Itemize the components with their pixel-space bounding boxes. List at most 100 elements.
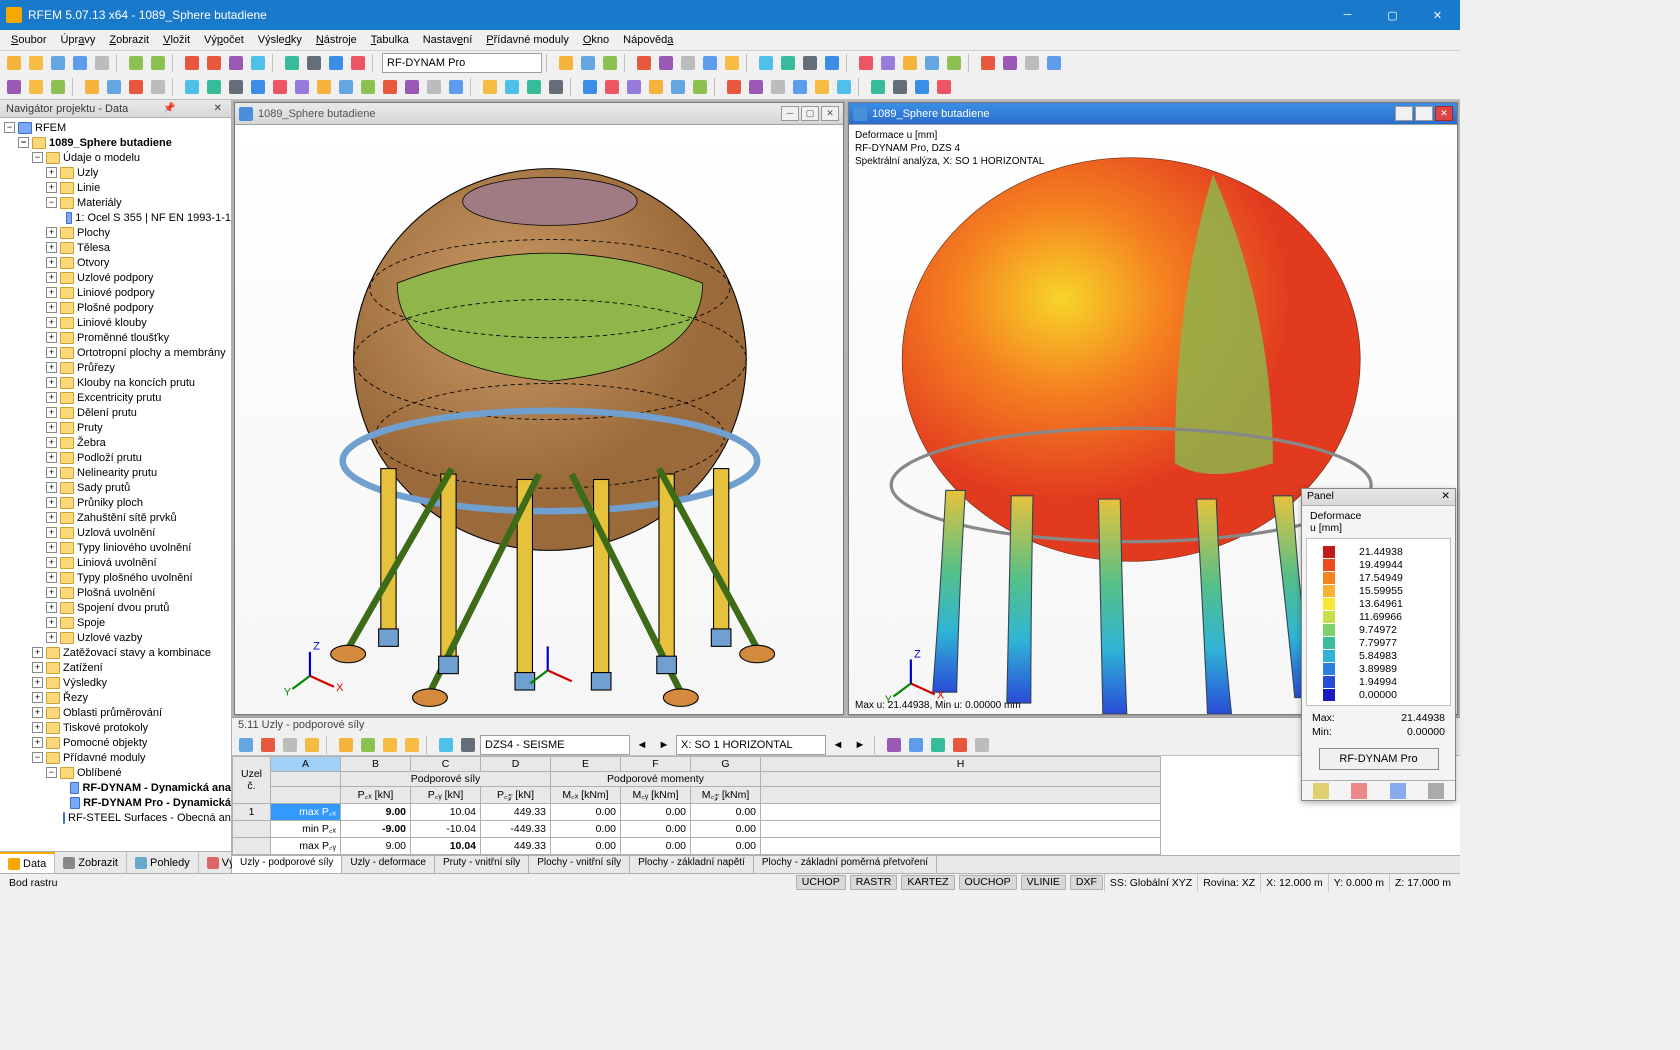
tree-node[interactable]: +Podloží prutu [0,450,231,465]
tb-w[interactable] [900,53,920,73]
tree-node[interactable]: +Plochy [0,225,231,240]
tb2-h[interactable] [182,77,202,97]
tb2-al[interactable] [890,77,910,97]
tb2-s[interactable] [424,77,444,97]
tb2-ac[interactable] [668,77,688,97]
tree-node[interactable]: +Uzlové podpory [0,270,231,285]
gt-a[interactable] [236,735,256,755]
tree-node[interactable]: +Uzlové vazby [0,630,231,645]
table-grid[interactable]: Uzel č.ABCDEFGHPodporové sílyPodporové m… [232,756,1460,855]
status-toggle-uchop[interactable]: UCHOP [796,875,846,890]
tree-node[interactable]: +Sady prutů [0,480,231,495]
maximize-button[interactable]: ▢ [1370,0,1415,30]
tb2-e[interactable] [104,77,124,97]
tb-m[interactable] [656,53,676,73]
tb-q[interactable] [756,53,776,73]
tb-aa[interactable] [1000,53,1020,73]
grid-tab[interactable]: Plochy - základní napětí [630,856,754,873]
gt-m[interactable] [950,735,970,755]
tree-node[interactable]: −Údaje o modelu [0,150,231,165]
tree-node[interactable]: 1: Ocel S 355 | NF EN 1993-1-1 [0,210,231,225]
tree-node[interactable]: RF-DYNAM Pro - Dynamická [0,795,231,810]
tree-node[interactable]: +Liniové klouby [0,315,231,330]
tb-l[interactable] [634,53,654,73]
tb2-d[interactable] [82,77,102,97]
nav-next2[interactable]: ► [850,735,870,755]
tb-x[interactable] [922,53,942,73]
status-toggle-ouchop[interactable]: OUCHOP [959,875,1017,890]
tree-node[interactable]: +Plošná uvolnění [0,585,231,600]
nav-tab-pohledy[interactable]: Pohledy [127,852,199,873]
tb2-k[interactable] [248,77,268,97]
tb-g[interactable] [326,53,346,73]
menu-napoveda[interactable]: Nápověda [616,32,680,48]
tb-ac[interactable] [1044,53,1064,73]
tree-node[interactable]: +Tělesa [0,240,231,255]
gt-n[interactable] [972,735,992,755]
tb2-g[interactable] [148,77,168,97]
tb-e[interactable] [282,53,302,73]
navigator-close-icon[interactable]: ✕ [211,103,225,114]
legend-panel[interactable]: Panel ✕ Deformace u [mm] 21.4493819.4994… [1301,488,1456,801]
tb2-z[interactable] [602,77,622,97]
grid-tab[interactable]: Plochy - základní poměrná přetvoření [754,856,937,873]
nav-tab-zobrazit[interactable]: Zobrazit [55,852,127,873]
close-button[interactable]: ✕ [1415,0,1460,30]
grid-tab[interactable]: Uzly - deformace [342,856,435,873]
tb2-am[interactable] [912,77,932,97]
tree-node[interactable]: +Excentricity prutu [0,390,231,405]
gt-l[interactable] [906,735,926,755]
tree-node[interactable]: −Přídavné moduly [0,750,231,765]
tb2-t[interactable] [446,77,466,97]
menu-okno[interactable]: Okno [576,32,616,48]
combo-direction[interactable]: X: SO 1 HORIZONTAL [676,735,826,755]
gt-c[interactable] [280,735,300,755]
tb2-r[interactable] [402,77,422,97]
tree-node[interactable]: +Řezy [0,690,231,705]
tb2-i[interactable] [204,77,224,97]
tree-node[interactable]: +Zatěžovací stavy a kombinace [0,645,231,660]
gt-excel[interactable] [928,735,948,755]
menu-tabulka[interactable]: Tabulka [364,32,416,48]
tb-r[interactable] [778,53,798,73]
tb2-af[interactable] [746,77,766,97]
view2-minimize[interactable]: ─ [1395,106,1413,121]
tree-node[interactable]: +Pomocné objekty [0,735,231,750]
tb2-an[interactable] [934,77,954,97]
tree-node[interactable]: +Liniová uvolnění [0,555,231,570]
menu-vlozit[interactable]: Vložit [156,32,197,48]
tb2-ak[interactable] [868,77,888,97]
gt-e[interactable] [336,735,356,755]
tb-v[interactable] [878,53,898,73]
tb-new[interactable] [4,53,24,73]
tb2-p[interactable] [358,77,378,97]
tb-y[interactable] [944,53,964,73]
tb-o[interactable] [700,53,720,73]
status-toggle-dxf[interactable]: DXF [1070,875,1103,890]
minimize-button[interactable]: ─ [1325,0,1370,30]
tb-n[interactable] [678,53,698,73]
nav-prev2[interactable]: ◄ [828,735,848,755]
tb-h[interactable] [348,53,368,73]
tree-node[interactable]: +Zahuštění sítě prvků [0,510,231,525]
tree-node[interactable]: +Výsledky [0,675,231,690]
view2-maximize[interactable]: ▢ [1415,106,1433,121]
tree-node[interactable]: +Linie [0,180,231,195]
tree-node[interactable]: −RFEM [0,120,231,135]
tb2-m[interactable] [292,77,312,97]
tb-redo[interactable] [148,53,168,73]
tb2-aa[interactable] [624,77,644,97]
tb-print[interactable] [92,53,112,73]
menu-nastaveni[interactable]: Nastavení [416,32,480,48]
tb2-l[interactable] [270,77,290,97]
view1-minimize[interactable]: ─ [781,106,799,121]
tb-c[interactable] [226,53,246,73]
tb-z[interactable] [978,53,998,73]
gt-h[interactable] [402,735,422,755]
tb-u[interactable] [856,53,876,73]
tree-node[interactable]: +Tiskové protokoly [0,720,231,735]
tree-node[interactable]: +Spoje [0,615,231,630]
gt-b[interactable] [258,735,278,755]
tb2-ag[interactable] [768,77,788,97]
tb2-o[interactable] [336,77,356,97]
